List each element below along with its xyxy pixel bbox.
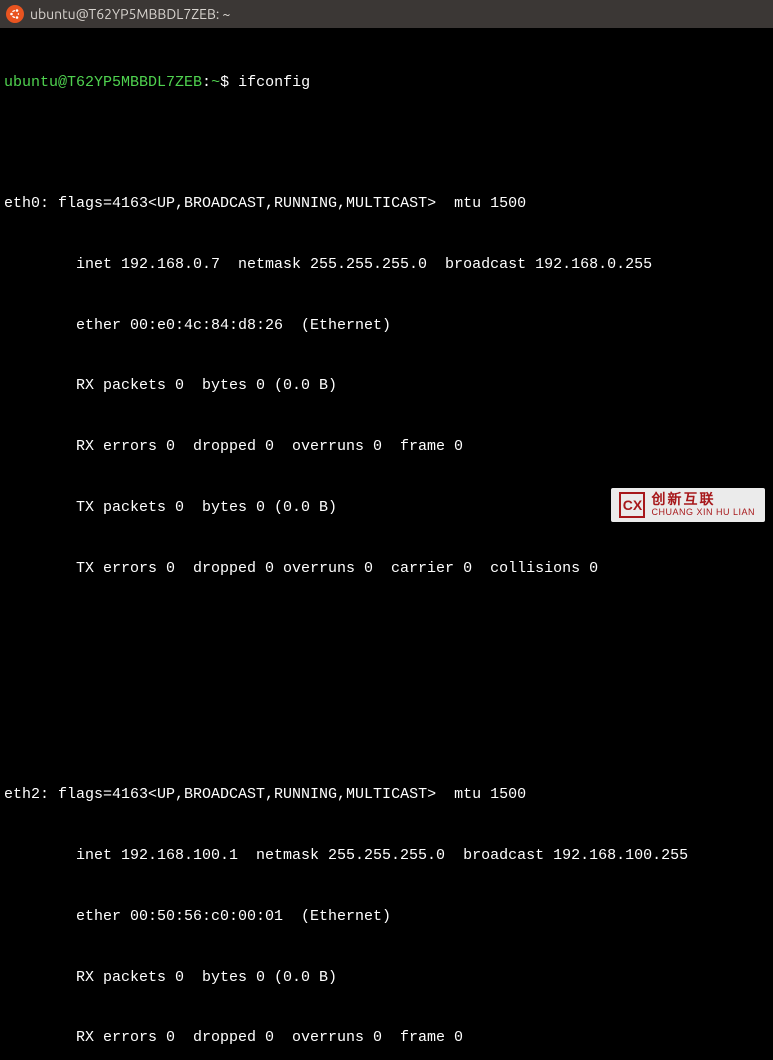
prompt-user-host: ubuntu@T62YP5MBBDL7ZEB <box>4 74 202 91</box>
iface-inet-line: inet 192.168.100.1 netmask 255.255.255.0… <box>4 846 769 866</box>
interface-block: eth2: flags=4163<UP,BROADCAST,RUNNING,MU… <box>4 745 769 1060</box>
watermark: CX 创新互联 CHUANG XIN HU LIAN <box>611 488 765 522</box>
window-titlebar[interactable]: ubuntu@T62YP5MBBDL7ZEB: ~ <box>0 0 773 28</box>
iface-flags-line: eth2: flags=4163<UP,BROADCAST,RUNNING,MU… <box>4 785 769 805</box>
command-text: ifconfig <box>238 74 310 91</box>
iface-rx-packets: RX packets 0 bytes 0 (0.0 B) <box>4 376 769 396</box>
watermark-logo-icon: CX <box>619 492 645 518</box>
iface-rx-packets: RX packets 0 bytes 0 (0.0 B) <box>4 968 769 988</box>
interface-block: eth0: flags=4163<UP,BROADCAST,RUNNING,MU… <box>4 154 769 620</box>
iface-ether-line: ether 00:50:56:c0:00:01 (Ethernet) <box>4 907 769 927</box>
ubuntu-logo-icon <box>6 5 24 23</box>
prompt-path: ~ <box>211 74 220 91</box>
iface-rx-errors: RX errors 0 dropped 0 overruns 0 frame 0 <box>4 437 769 457</box>
iface-flags-line: eth0: flags=4163<UP,BROADCAST,RUNNING,MU… <box>4 194 769 214</box>
prompt-sep: : <box>202 74 211 91</box>
iface-inet-line: inet 192.168.0.7 netmask 255.255.255.0 b… <box>4 255 769 275</box>
prompt-dollar: $ <box>220 74 238 91</box>
terminal-area[interactable]: ubuntu@T62YP5MBBDL7ZEB:~$ ifconfig eth0:… <box>0 28 773 1060</box>
iface-rx-errors: RX errors 0 dropped 0 overruns 0 frame 0 <box>4 1028 769 1048</box>
watermark-main-text: 创新互联 <box>651 492 755 507</box>
iface-tx-errors: TX errors 0 dropped 0 overruns 0 carrier… <box>4 559 769 579</box>
window-title: ubuntu@T62YP5MBBDL7ZEB: ~ <box>30 5 230 24</box>
watermark-sub-text: CHUANG XIN HU LIAN <box>651 508 755 518</box>
prompt-line: ubuntu@T62YP5MBBDL7ZEB:~$ ifconfig <box>4 73 769 93</box>
iface-ether-line: ether 00:e0:4c:84:d8:26 (Ethernet) <box>4 316 769 336</box>
